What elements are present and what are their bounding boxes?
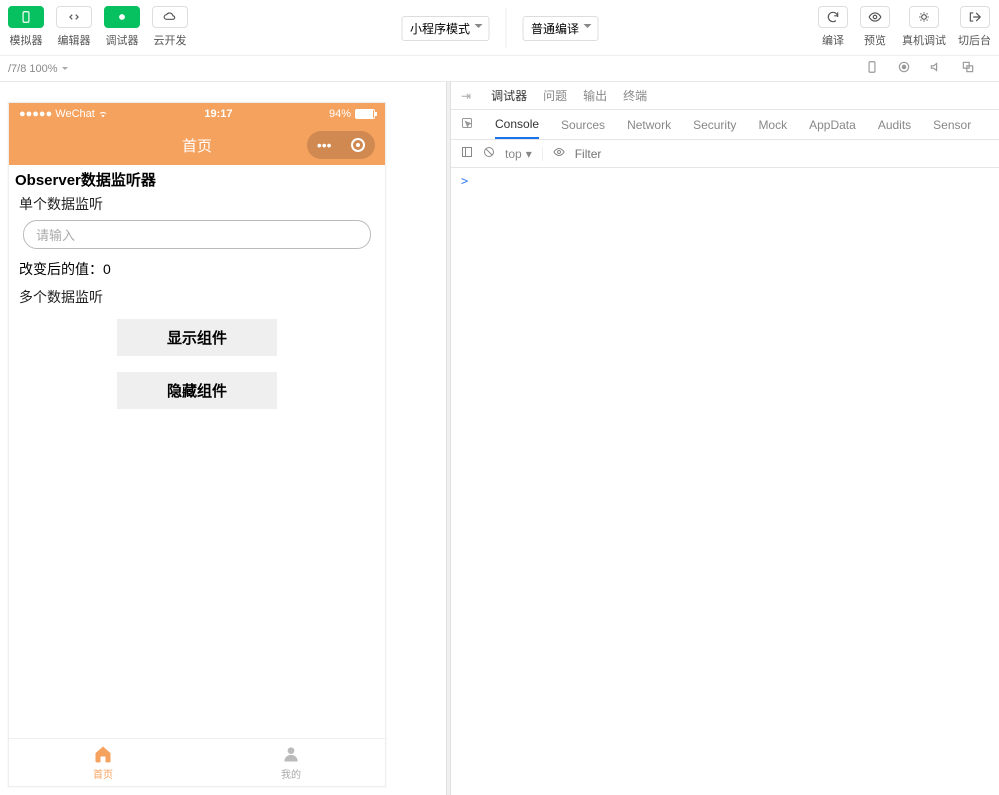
hide-component-button[interactable]: 隐藏组件 <box>117 372 277 409</box>
cloud-icon <box>152 6 188 28</box>
compile-label: 编译 <box>822 32 844 48</box>
sim-tabbar: 首页 我的 <box>9 738 385 786</box>
observe-input[interactable]: 请输入 <box>23 220 371 249</box>
preview-label: 预览 <box>864 32 886 48</box>
tab-home[interactable]: 首页 <box>9 739 197 786</box>
clear-console-icon[interactable] <box>483 146 495 161</box>
mute-icon[interactable] <box>929 60 943 77</box>
phone-icon <box>8 6 44 28</box>
context-select[interactable]: top ▾ <box>505 147 543 161</box>
devtools-panel-tabs: ⇥ 调试器 问题 输出 终端 <box>451 82 999 110</box>
toolbar-right-group: 编译 预览 真机调试 切后台 <box>818 6 991 48</box>
simulator-screen: ●●●●● WeChat 19:17 94% 首页 ••• Observer数据… <box>8 102 386 787</box>
sim-battery: 94% <box>329 108 375 120</box>
capsule-button[interactable]: ••• <box>307 131 375 159</box>
elements-select-icon[interactable] <box>461 117 473 132</box>
subtab-console[interactable]: Console <box>495 117 539 139</box>
sub-toolbar: /7/8 100% <box>0 56 999 82</box>
tab-home-label: 首页 <box>93 766 113 781</box>
console-toolbar: top ▾ <box>451 140 999 168</box>
devtools-pane: ⇥ 调试器 问题 输出 终端 Console Sources Network S… <box>451 82 999 795</box>
tab-me[interactable]: 我的 <box>197 739 385 786</box>
eye-icon <box>860 6 890 28</box>
pin-icon[interactable]: ⇥ <box>461 89 471 103</box>
preview-button[interactable]: 预览 <box>860 6 890 48</box>
chevron-down-icon: ▾ <box>526 147 532 161</box>
record-icon[interactable] <box>897 60 911 77</box>
multi-observe-label: 多个数据监听 <box>9 285 385 309</box>
device-zoom-select[interactable]: /7/8 100% <box>8 63 68 75</box>
subtab-audits[interactable]: Audits <box>878 118 911 132</box>
debugger-button[interactable]: 调试器 <box>104 6 140 48</box>
simulator-pane: ●●●●● WeChat 19:17 94% 首页 ••• Observer数据… <box>0 82 446 795</box>
show-component-button[interactable]: 显示组件 <box>117 319 277 356</box>
sim-status-bar: ●●●●● WeChat 19:17 94% <box>9 103 385 125</box>
main-split: ●●●●● WeChat 19:17 94% 首页 ••• Observer数据… <box>0 82 999 795</box>
subtab-sensor[interactable]: Sensor <box>933 118 971 132</box>
subtab-appdata[interactable]: AppData <box>809 118 856 132</box>
refresh-icon <box>818 6 848 28</box>
subtab-sources[interactable]: Sources <box>561 118 605 132</box>
top-toolbar: 模拟器 编辑器 调试器 云开发 小程序模式 普通编译 编译 预览 真机 <box>0 0 999 56</box>
sim-nav-bar: 首页 ••• <box>9 125 385 165</box>
remote-debug-icon <box>909 6 939 28</box>
subtab-security[interactable]: Security <box>693 118 736 132</box>
cloud-dev-label: 云开发 <box>154 32 187 48</box>
remote-debug-label: 真机调试 <box>902 32 946 48</box>
panel-tab-output[interactable]: 输出 <box>583 87 607 104</box>
toolbar-left-group: 模拟器 编辑器 调试器 云开发 <box>8 6 188 48</box>
exit-icon <box>960 6 990 28</box>
sim-time: 19:17 <box>108 108 329 120</box>
console-sidebar-icon[interactable] <box>461 146 473 161</box>
sim-buttons: 显示组件 隐藏组件 <box>9 319 385 409</box>
simulator-button[interactable]: 模拟器 <box>8 6 44 48</box>
console-prompt: > <box>461 174 468 188</box>
devtools-sub-tabs: Console Sources Network Security Mock Ap… <box>451 110 999 140</box>
console-body[interactable]: > <box>451 168 999 795</box>
capsule-more-icon: ••• <box>317 137 332 153</box>
mode-select[interactable]: 小程序模式 <box>401 16 489 41</box>
live-expression-icon[interactable] <box>553 146 565 161</box>
user-icon <box>281 744 301 764</box>
separator <box>505 8 506 48</box>
compile-select[interactable]: 普通编译 <box>522 16 598 41</box>
panel-tab-debugger[interactable]: 调试器 <box>491 87 527 104</box>
single-observe-label: 单个数据监听 <box>9 192 385 216</box>
compile-button[interactable]: 编译 <box>818 6 848 48</box>
page-heading: Observer数据监听器 <box>9 165 385 192</box>
subtab-network[interactable]: Network <box>627 118 671 132</box>
panel-tab-terminal[interactable]: 终端 <box>623 87 647 104</box>
bug-icon <box>104 6 140 28</box>
sim-page-body: Observer数据监听器 单个数据监听 请输入 改变后的值：0 多个数据监听 … <box>9 165 385 738</box>
simulator-label: 模拟器 <box>10 32 43 48</box>
changed-value-row: 改变后的值：0 <box>9 253 385 285</box>
subtab-mock[interactable]: Mock <box>758 118 787 132</box>
tab-me-label: 我的 <box>281 766 301 781</box>
code-icon <box>56 6 92 28</box>
background-button[interactable]: 切后台 <box>958 6 991 48</box>
panel-tab-problems[interactable]: 问题 <box>543 87 567 104</box>
rotate-icon[interactable] <box>865 60 879 77</box>
home-icon <box>93 744 113 764</box>
sim-nav-title: 首页 <box>182 135 212 156</box>
device-zoom-label: /7/8 100% <box>8 63 58 75</box>
background-label: 切后台 <box>958 32 991 48</box>
filter-input[interactable] <box>575 147 989 161</box>
changed-value: 0 <box>103 261 111 277</box>
detach-icon[interactable] <box>961 60 975 77</box>
capsule-close-icon <box>351 138 365 152</box>
editor-label: 编辑器 <box>58 32 91 48</box>
cloud-dev-button[interactable]: 云开发 <box>152 6 188 48</box>
toolbar-center-group: 小程序模式 普通编译 <box>401 8 598 48</box>
sim-carrier: ●●●●● WeChat <box>19 108 108 120</box>
sub-toolbar-icons <box>865 60 975 77</box>
editor-button[interactable]: 编辑器 <box>56 6 92 48</box>
remote-debug-button[interactable]: 真机调试 <box>902 6 946 48</box>
debugger-label: 调试器 <box>106 32 139 48</box>
